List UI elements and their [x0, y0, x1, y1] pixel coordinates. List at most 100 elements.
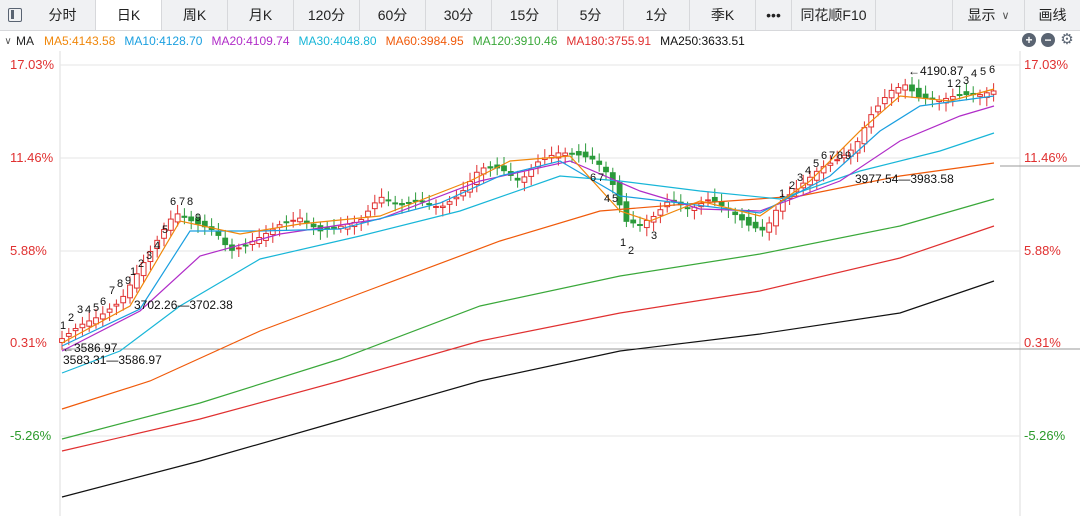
candle-body [752, 221, 759, 229]
candle-body [990, 90, 997, 95]
sequence-count-label: 6 [989, 64, 995, 76]
candle-body [242, 244, 249, 247]
display-menu-button[interactable]: 显示 ∨ [952, 0, 1024, 30]
draw-line-button[interactable]: 画线 [1024, 0, 1080, 30]
sequence-count-label: 8 [187, 196, 193, 208]
candle-body [86, 320, 93, 327]
sidebar-toggle-icon[interactable] [0, 0, 30, 30]
candle-body [623, 201, 630, 222]
tab-period[interactable]: 分时 [30, 0, 96, 30]
mid-range-label: 3702.26—3702.38 [134, 298, 233, 312]
ma-toggle-label[interactable]: MA [16, 34, 34, 48]
tab-period[interactable]: ••• [756, 0, 792, 30]
candle-body [705, 199, 711, 202]
candle-body [65, 333, 72, 337]
candle-body [773, 209, 779, 227]
candle-body [977, 94, 983, 97]
candle-body [378, 196, 385, 204]
candle-body [188, 216, 195, 222]
sequence-count-label: 4 [604, 193, 610, 205]
candle-body [120, 295, 127, 304]
candle-body [487, 166, 494, 169]
gap-range-label: 3977.54—3983.58 [855, 172, 954, 186]
candle-body [181, 215, 188, 218]
tab-period[interactable]: 同花顺F10 [792, 0, 876, 30]
candle-body [895, 86, 902, 94]
candle-body [643, 219, 650, 229]
left-axis-label: 11.46% [10, 150, 54, 165]
tab-period[interactable]: 月K [228, 0, 294, 30]
candle-body [99, 313, 106, 320]
sequence-count-label: 1 [779, 188, 785, 200]
sequence-count-label: 1 [620, 237, 626, 249]
chevron-down-icon[interactable]: ∨ [0, 36, 16, 47]
candle-body [269, 228, 276, 236]
ma-values: MA5:4143.58 MA10:4128.70 MA20:4109.74 MA30:… [44, 34, 754, 48]
candle-body [875, 105, 881, 113]
candle-body [582, 151, 589, 158]
candle-body [514, 177, 521, 181]
right-axis-label: -5.26% [1024, 428, 1066, 443]
gear-icon[interactable]: ⚙ [1060, 32, 1074, 47]
candle-body [235, 247, 242, 250]
sequence-count-label: 3 [651, 230, 657, 242]
sequence-count-label: 2 [789, 180, 795, 192]
candle-body [167, 218, 174, 231]
candle-body [827, 162, 834, 166]
candle-body [589, 155, 596, 160]
sequence-count-label: 1 [60, 320, 66, 332]
sequence-count-label: 5 [93, 302, 99, 314]
sequence-count-label: 6 [170, 196, 176, 208]
sequence-count-label: 6 [821, 150, 827, 162]
ma-controls: + − ⚙ [1022, 32, 1074, 47]
sequence-count-label: 8 [117, 278, 123, 290]
tab-period[interactable]: 季K [690, 0, 756, 30]
sequence-count-label: 5 [813, 158, 819, 170]
remove-indicator-icon[interactable]: − [1041, 33, 1055, 47]
sequence-count-label: 5 [980, 66, 986, 78]
tab-period[interactable]: 1分 [624, 0, 690, 30]
tab-period[interactable]: 5分 [558, 0, 624, 30]
ma-legend-item: MA30:4048.80 [298, 34, 377, 48]
ma60-line [61, 162, 995, 410]
tab-period[interactable]: 60分 [360, 0, 426, 30]
candle-body [637, 223, 643, 226]
sequence-count-label: 2 [628, 245, 634, 257]
left-axis-label: 5.88% [10, 243, 47, 258]
candle-body [385, 199, 392, 202]
candle-body [303, 220, 310, 223]
tab-period[interactable]: 日K [96, 0, 162, 30]
display-label: 显示 [967, 7, 996, 23]
sequence-count-label: 4 [971, 68, 977, 80]
candle-body [562, 152, 569, 157]
candle-body [861, 127, 868, 145]
sequence-count-label: 6 [590, 172, 596, 184]
right-axis-label: 17.03% [1024, 57, 1069, 72]
ma-legend-item: MA120:3910.46 [472, 34, 558, 48]
tab-period[interactable]: 周K [162, 0, 228, 30]
sequence-count-label: 2 [955, 78, 961, 90]
candle-body [106, 308, 113, 313]
ma-legend-item: MA20:4109.74 [211, 34, 290, 48]
draw-label: 画线 [1038, 7, 1067, 23]
tab-period[interactable]: 15分 [492, 0, 558, 30]
sequence-count-label: 1 [130, 266, 136, 278]
right-axis-label: 5.88% [1024, 243, 1061, 258]
low-range-label: 3583.31—3586.97 [63, 353, 162, 367]
sequence-count-label: 5 [162, 224, 168, 236]
left-axis-label: 0.31% [10, 335, 47, 350]
candle-body [711, 196, 718, 203]
candle-body [766, 222, 773, 233]
left-axis-label: 17.03% [10, 57, 55, 72]
candle-body [630, 219, 637, 224]
sequence-count-label: 4 [85, 304, 91, 316]
sequence-count-label: 3 [146, 250, 152, 262]
candle-body [290, 219, 297, 222]
ma-legend-item: MA60:3984.95 [385, 34, 464, 48]
candle-body [283, 221, 290, 224]
sequence-count-label: 7 [179, 196, 185, 208]
candlestick-chart[interactable]: 17.03% 11.46% 5.88% 0.31% -5.26% 17.03% 11.46%… [0, 51, 1080, 516]
tab-period[interactable]: 30分 [426, 0, 492, 30]
tab-period[interactable]: 120分 [294, 0, 360, 30]
add-indicator-icon[interactable]: + [1022, 33, 1036, 47]
